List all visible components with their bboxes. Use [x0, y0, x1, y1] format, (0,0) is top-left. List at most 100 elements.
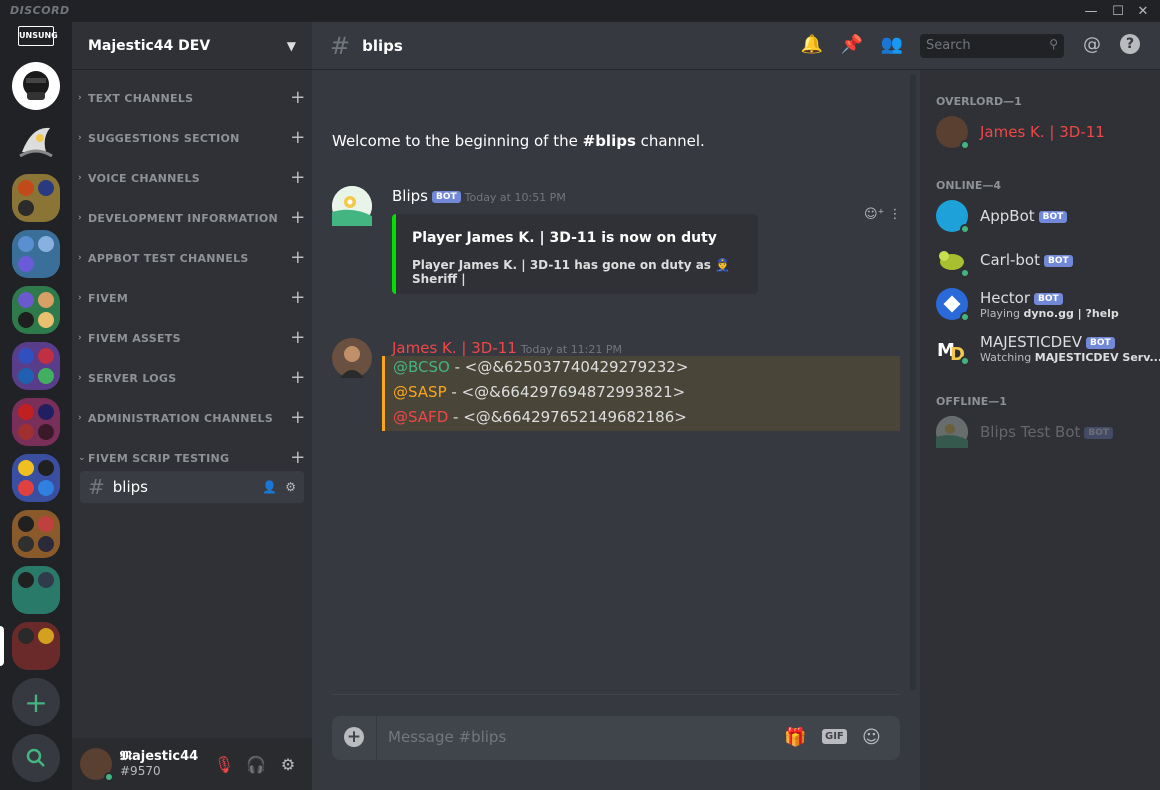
server-folder-active[interactable] — [12, 622, 60, 670]
member-item[interactable]: AppBot BOT — [936, 198, 1156, 234]
role-mention[interactable]: @BCSO — [393, 358, 450, 376]
category-label: ADMINISTRATION CHANNELS — [88, 411, 274, 425]
category-administration-channels[interactable]: › ADMINISTRATION CHANNELS + — [78, 409, 306, 427]
server-avatar-icon — [14, 120, 58, 164]
bot-badge: BOT — [1044, 255, 1073, 267]
server-mini-icon — [18, 180, 34, 196]
server-folder[interactable] — [12, 286, 60, 334]
bell-icon[interactable]: 🔔 — [800, 34, 824, 55]
headphones-icon[interactable]: 🎧 — [240, 755, 272, 774]
channel-title: blips — [362, 36, 403, 55]
server-icon[interactable] — [12, 118, 60, 166]
member-info: MAJESTICDEV BOT Watching MAJESTICDEV Serv… — [980, 333, 1160, 364]
avatar — [936, 288, 970, 322]
search-input[interactable]: Search ⚲ — [920, 34, 1064, 58]
message-composer[interactable]: + Message #blips 🎁 GIF ☺ — [332, 716, 900, 760]
member-item-offline[interactable]: Blips Test Bot BOT — [936, 414, 1156, 450]
role-mention[interactable]: @SAFD — [393, 408, 448, 426]
gear-icon[interactable]: ⚙ — [285, 480, 296, 494]
settings-gear-icon[interactable]: ⚙ — [272, 755, 304, 774]
member-info: Carl-bot BOT — [980, 251, 1073, 269]
mention-icon[interactable]: @ — [1080, 34, 1104, 55]
add-channel-icon[interactable]: + — [290, 329, 306, 347]
guild-header[interactable]: Majestic44 DEV ▼ — [72, 22, 312, 70]
category-text-channels[interactable]: › TEXT CHANNELS + — [78, 89, 306, 107]
emoji-icon[interactable]: ☺ — [862, 727, 881, 748]
bot-badge: BOT — [1038, 211, 1068, 223]
member-item[interactable]: James K. | 3D-11 — [936, 114, 1156, 150]
server-folder[interactable] — [12, 454, 60, 502]
member-item[interactable]: Hector BOT Playing dyno.gg | ?help — [936, 286, 1156, 322]
add-channel-icon[interactable]: + — [290, 289, 306, 307]
chevron-right-icon: › — [78, 133, 83, 143]
member-name: Blips Test Bot BOT — [980, 423, 1114, 441]
avatar[interactable] — [332, 186, 372, 226]
avatar[interactable] — [332, 338, 372, 378]
invite-icon[interactable]: 👤 — [262, 480, 277, 494]
server-mini-icon — [18, 480, 34, 496]
role-mention[interactable]: @SASP — [393, 383, 447, 401]
add-channel-icon[interactable]: + — [290, 449, 306, 467]
member-info: AppBot BOT — [980, 207, 1068, 225]
add-channel-icon[interactable]: + — [290, 249, 306, 267]
chevron-right-icon: › — [78, 93, 83, 103]
close-button[interactable]: ✕ — [1126, 0, 1160, 22]
composer-divider — [376, 716, 377, 760]
add-channel-icon[interactable]: + — [290, 89, 306, 107]
gif-button[interactable]: GIF — [822, 729, 847, 744]
category-appbot-test-channels[interactable]: › APPBOT TEST CHANNELS + — [78, 249, 306, 267]
bot-badge: BOT — [1033, 292, 1063, 305]
role-id: - <@&625037740429279232> — [449, 358, 689, 376]
category-label: SUGGESTIONS SECTION — [88, 131, 240, 145]
role-id: - <@&664297652149682186> — [448, 408, 687, 426]
server-mini-icon — [38, 368, 54, 384]
category-label: TEXT CHANNELS — [88, 91, 194, 105]
server-folder[interactable] — [12, 342, 60, 390]
category-label: APPBOT TEST CHANNELS — [88, 251, 249, 265]
member-item[interactable]: MD MAJESTICDEV BOT Watching MAJESTICDEV S… — [936, 330, 1160, 366]
channel-blips[interactable]: # blips 👤 ⚙ — [80, 471, 304, 503]
member-item[interactable]: Carl-bot BOT — [936, 242, 1156, 278]
members-list-icon[interactable]: 👥 — [880, 34, 904, 55]
add-server-button[interactable]: + — [12, 678, 60, 726]
chevron-right-icon: › — [78, 213, 83, 223]
add-channel-icon[interactable]: + — [290, 129, 306, 147]
server-icon[interactable] — [12, 62, 60, 110]
help-icon[interactable]: ? — [1120, 34, 1140, 54]
message-author[interactable]: Blips — [392, 187, 428, 205]
upload-plus-icon[interactable]: + — [344, 727, 364, 747]
category-voice-channels[interactable]: › VOICE CHANNELS + — [78, 169, 306, 187]
home-button[interactable]: UNSUNG — [18, 26, 58, 46]
add-channel-icon[interactable]: + — [290, 369, 306, 387]
bot-badge: BOT — [431, 191, 461, 203]
pin-icon[interactable]: 📌 — [840, 34, 864, 55]
avatar[interactable] — [80, 748, 114, 782]
category-fivem[interactable]: › FIVEM + — [78, 289, 306, 307]
hash-icon: # — [330, 31, 351, 60]
scrollbar[interactable] — [910, 74, 916, 690]
discover-servers-button[interactable] — [12, 734, 60, 782]
member-group-header: OVERLORD—1 — [936, 95, 1022, 108]
bot-badge: BOT — [1084, 427, 1114, 439]
message-author[interactable]: James K. | 3D-11 — [392, 339, 517, 357]
server-folder[interactable] — [12, 566, 60, 614]
add-channel-icon[interactable]: + — [290, 409, 306, 427]
server-folder[interactable] — [12, 230, 60, 278]
category-suggestions[interactable]: › SUGGESTIONS SECTION + — [78, 129, 306, 147]
category-fivem-assets[interactable]: › FIVEM ASSETS + — [78, 329, 306, 347]
message-input[interactable]: Message #blips — [388, 728, 506, 746]
server-folder[interactable] — [12, 398, 60, 446]
add-channel-icon[interactable]: + — [290, 169, 306, 187]
server-folder[interactable] — [12, 174, 60, 222]
server-rail: UNSUNG + — [0, 22, 72, 790]
mute-microphone-icon[interactable]: 🎙 — [208, 755, 240, 774]
avatar — [936, 416, 968, 448]
gift-icon[interactable]: 🎁 — [784, 727, 806, 748]
category-development-information[interactable]: › DEVELOPMENT INFORMATION + — [78, 209, 306, 227]
category-server-logs[interactable]: › SERVER LOGS + — [78, 369, 306, 387]
server-folder[interactable] — [12, 510, 60, 558]
category-fivem-scrip-testing[interactable]: ⌄ FIVEM SCRIP TESTING + — [78, 449, 306, 467]
add-reaction-icon[interactable]: ☺⁺ ⋮ — [864, 207, 902, 222]
add-channel-icon[interactable]: + — [290, 209, 306, 227]
message-header: James K. | 3D-11 Today at 11:21 PM — [392, 338, 622, 357]
